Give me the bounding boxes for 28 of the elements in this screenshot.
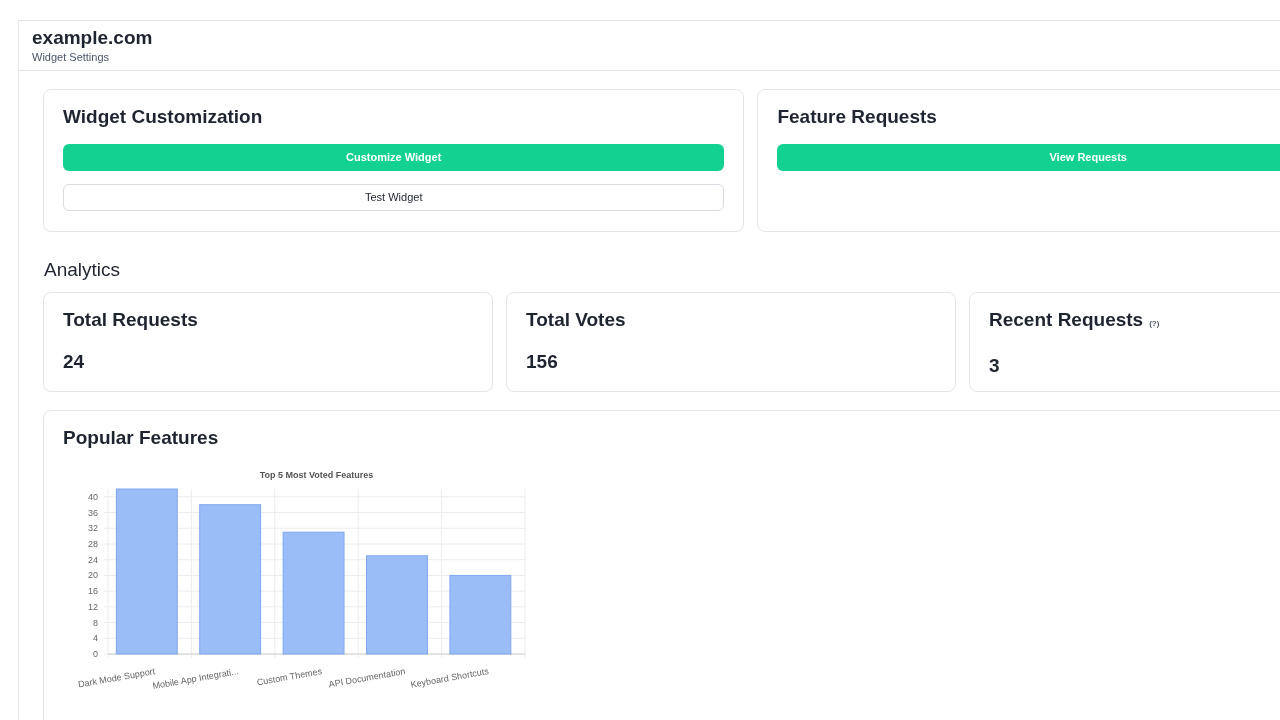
action-button[interactable]: Test Widget: [63, 184, 725, 211]
stat-value: 3: [989, 354, 1001, 378]
axis-tick-label: 20: [88, 570, 98, 581]
section-heading: Analytics: [44, 258, 122, 282]
axis-tick-label: 24: [88, 554, 98, 565]
axis-tick-label: 40: [88, 491, 98, 502]
site-title: example.com: [32, 26, 154, 50]
axis-tick-label: 36: [88, 507, 98, 518]
chart-title: Top 5 Most Voted Features: [259, 470, 374, 480]
axis-category-label: Keyboard Shortcuts: [409, 666, 490, 690]
stat-label: Total Requests: [63, 308, 198, 332]
axis-tick-label: 28: [88, 539, 98, 549]
axis-tick-label: 8: [93, 617, 98, 628]
stat-value: 24: [63, 350, 86, 374]
card-title: Popular Features: [63, 426, 220, 450]
axis-category-label: Custom Themes: [256, 666, 323, 688]
help-hint[interactable]: (?): [1149, 312, 1160, 336]
axis-tick-label: 16: [88, 586, 98, 597]
stat-label: Total Votes: [526, 308, 626, 332]
card-title: Widget Customization: [63, 105, 264, 129]
stat-value: 156: [526, 350, 559, 374]
axis-tick-label: 12: [88, 601, 98, 612]
axis-tick-label: 0: [93, 649, 98, 659]
card-title: Feature Requests: [777, 105, 938, 129]
page-subtitle: Widget Settings: [32, 50, 111, 64]
axis-tick-label: 32: [88, 523, 98, 534]
stat-label: Recent Requests: [989, 308, 1144, 332]
axis-tick-label: 4: [93, 633, 98, 644]
